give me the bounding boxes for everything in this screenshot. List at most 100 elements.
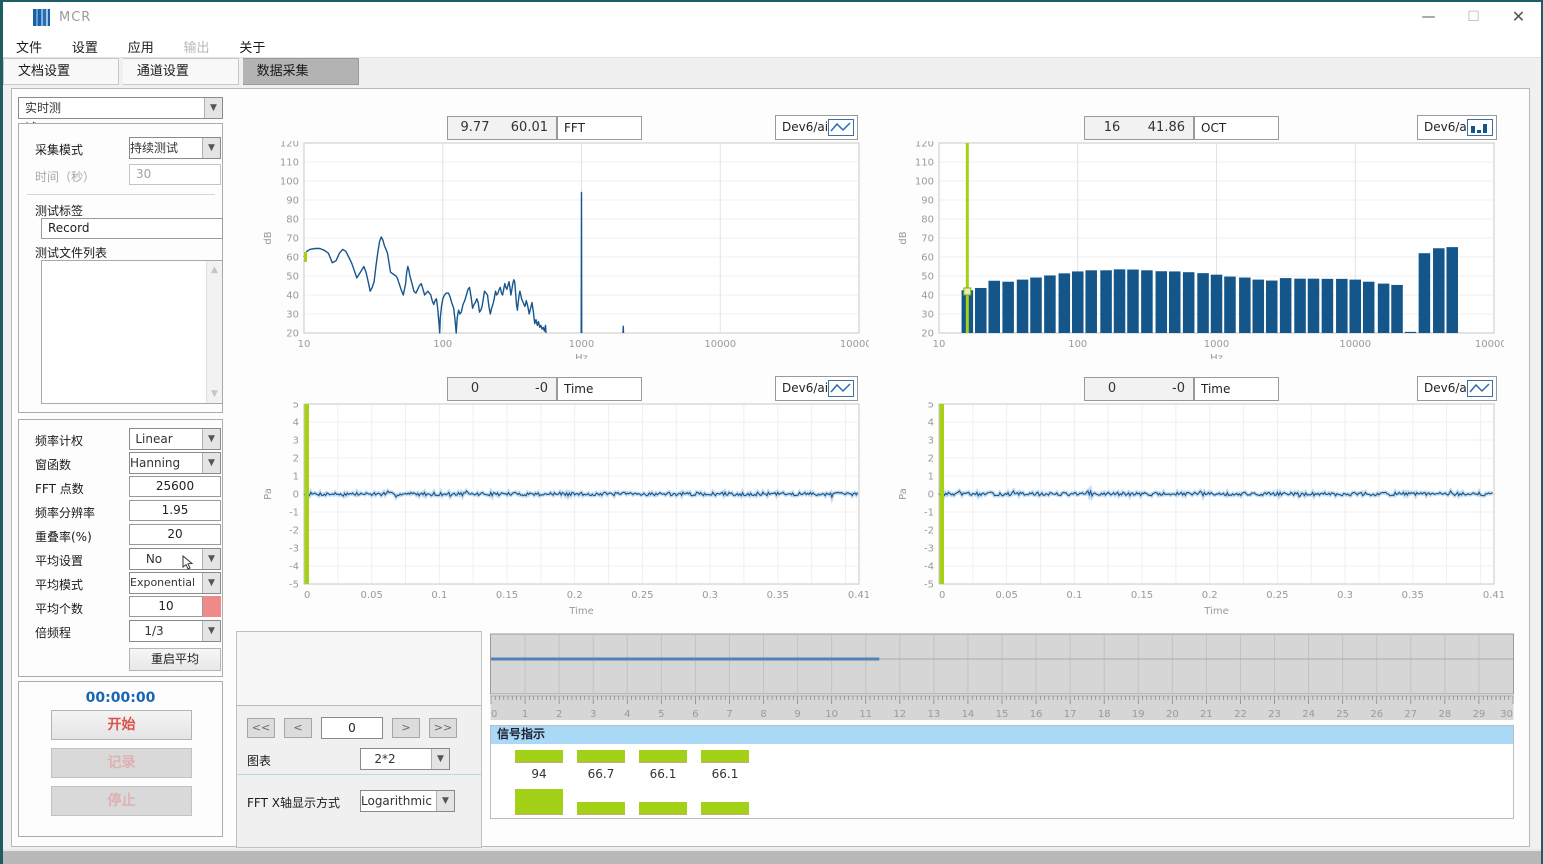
nav-prev-button[interactable]: < [284,718,312,738]
svg-text:18: 18 [1098,709,1111,720]
svg-text:-2: -2 [289,526,299,537]
oct-title-input[interactable]: OCT [1194,116,1279,140]
chart-layout-select[interactable]: 2*2▼ [360,748,450,770]
svg-text:14: 14 [962,709,975,720]
svg-text:19: 19 [1132,709,1145,720]
svg-text:1: 1 [522,709,528,720]
acquisition-group: 采集模式 持续测试 ▼ 时间（秒） 30 测试标签 Record 测试文件列表 … [18,123,223,413]
nav-first-button[interactable]: << [247,718,275,738]
svg-text:100000: 100000 [1475,339,1504,350]
nav-last-button[interactable]: >> [429,718,457,738]
freq-resolution-input[interactable]: 1.95 [129,500,221,521]
window-func-label: 窗函数 [35,456,71,473]
time2-title-input[interactable]: Time [557,377,642,401]
freq-weighting-select[interactable]: Linear▼ [129,428,221,450]
application-window: MCR — ☐ ✕ 文件 设置 应用 输出 关于 文档设置 通道设置 数据采集 … [0,0,1543,864]
svg-text:50: 50 [286,272,299,283]
minimize-button[interactable]: — [1406,2,1451,32]
divider [27,194,215,195]
svg-text:120: 120 [915,141,934,150]
content-panel: 实时测试 ▼ 采集模式 持续测试 ▼ 时间（秒） 30 测试标签 Record … [11,88,1530,847]
freq-resolution-label: 频率分辨率 [35,504,95,521]
chevron-down-icon: ▼ [431,749,449,769]
signal-value-ch2: 66.7 [577,767,625,781]
svg-text:25: 25 [1336,709,1349,720]
window-bottom-edge [3,849,1541,864]
menu-file[interactable]: 文件 [3,32,55,61]
svg-text:110: 110 [915,158,934,169]
restart-average-button[interactable]: 重启平均 [129,648,221,671]
close-button[interactable]: ✕ [1496,2,1541,32]
menu-bar: 文件 设置 应用 输出 关于 [3,32,1541,58]
menu-about[interactable]: 关于 [226,32,278,61]
tab-data-acquisition[interactable]: 数据采集 [243,58,359,85]
svg-text:30: 30 [286,310,299,321]
nav-index-input[interactable]: 0 [321,717,383,739]
start-button[interactable]: 开始 [51,710,192,740]
svg-text:10000: 10000 [704,339,736,350]
avg-setting-select[interactable]: No▼ [129,548,221,570]
test-file-listbox[interactable]: ▲ ▼ [41,260,223,404]
svg-text:5: 5 [658,709,664,720]
acq-mode-select[interactable]: 持续测试 ▼ [129,137,221,159]
scroll-up-icon[interactable]: ▲ [207,265,222,275]
time2-chart[interactable]: -5-4-3-2-101234500.050.10.150.20.250.30.… [259,402,869,624]
svg-text:0: 0 [304,590,310,601]
svg-text:100: 100 [280,177,299,188]
window-func-select[interactable]: Hanning▼ [129,452,221,474]
line-chart-icon [828,380,854,397]
overlap-label: 重叠率(%) [35,528,92,545]
control-group: 00:00:00 开始 记录 停止 [18,681,223,837]
timeline-strip-chart[interactable]: 0123456789101112131415161718192021222324… [490,633,1514,721]
octave-select[interactable]: 1/3▼ [129,620,221,642]
avg-count-input[interactable]: 10 [129,596,203,617]
svg-text:0.3: 0.3 [1337,590,1353,601]
oct-device-selector[interactable]: Dev6/ai1 [1417,115,1497,140]
fft-points-input[interactable]: 25600 [129,476,221,497]
window-title: MCR [59,10,91,25]
scroll-down-icon[interactable]: ▼ [207,389,222,399]
menu-application[interactable]: 应用 [115,32,167,61]
test-mode-select[interactable]: 实时测试 ▼ [18,97,223,119]
svg-text:0.1: 0.1 [431,590,447,601]
fft-chart[interactable]: 2030405060708090100110120101001000100001… [259,141,869,359]
svg-text:60: 60 [921,253,934,264]
time3-device-selector[interactable]: Dev6/ai3 [1417,376,1497,401]
time3-title-input[interactable]: Time [1194,377,1279,401]
nav-next-button[interactable]: > [392,718,420,738]
svg-text:4: 4 [293,418,299,429]
fft-xaxis-select[interactable]: Logarithmic▼ [360,790,455,812]
svg-text:0.35: 0.35 [1402,590,1424,601]
oct-chart[interactable]: 2030405060708090100110120101001000100001… [894,141,1504,359]
test-label-input[interactable]: Record [41,218,223,239]
svg-text:90: 90 [286,196,299,207]
svg-text:0: 0 [491,709,497,720]
fft-device-selector[interactable]: Dev6/ai0 [775,115,858,140]
svg-text:27: 27 [1404,709,1417,720]
chart-layout-label: 图表 [247,752,271,769]
avg-mode-select[interactable]: Exponential▼ [129,572,221,594]
tab-document-settings[interactable]: 文档设置 [3,58,119,85]
svg-text:23: 23 [1268,709,1281,720]
title-bar: MCR — ☐ ✕ [3,2,1541,32]
svg-text:40: 40 [921,291,934,302]
svg-text:1000: 1000 [569,339,594,350]
svg-text:100000: 100000 [840,339,869,350]
tab-channel-settings[interactable]: 通道设置 [123,58,239,85]
menu-settings[interactable]: 设置 [59,32,111,61]
fft-points-label: FFT 点数 [35,480,84,497]
svg-text:-2: -2 [924,526,934,537]
time2-device-selector[interactable]: Dev6/ai2 [775,376,858,401]
maximize-button[interactable]: ☐ [1451,2,1496,32]
fft-title-input[interactable]: FFT [557,116,642,140]
svg-text:70: 70 [921,234,934,245]
svg-text:4: 4 [624,709,630,720]
time3-chart[interactable]: -5-4-3-2-101234500.050.10.150.20.250.30.… [894,402,1504,624]
overlap-input[interactable]: 20 [129,524,221,545]
svg-text:20: 20 [921,329,934,340]
svg-text:100: 100 [433,339,452,350]
time3-cursor-readout: 0 -0 [1084,377,1194,401]
elapsed-timer: 00:00:00 [19,690,222,706]
svg-text:26: 26 [1370,709,1383,720]
listbox-scrollbar[interactable]: ▲ ▼ [206,261,222,403]
